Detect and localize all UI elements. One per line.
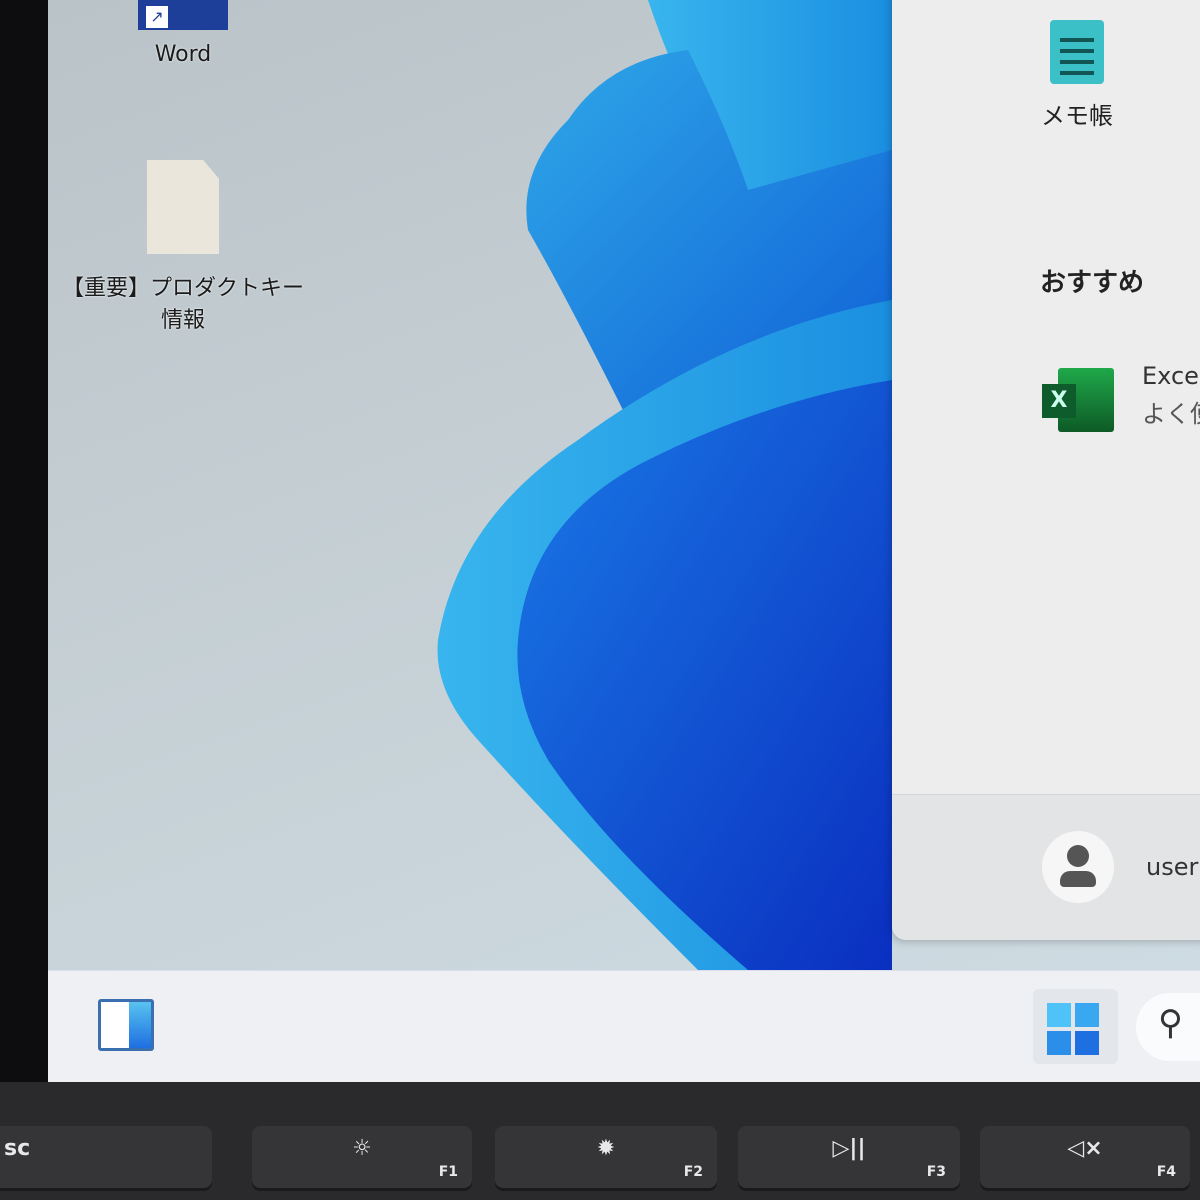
key-fn-label: F4 <box>1156 1164 1176 1180</box>
start-menu-footer: user <box>892 794 1200 940</box>
key-f1[interactable]: ☼ F1 <box>252 1126 472 1188</box>
key-label: sc <box>4 1136 31 1161</box>
key-esc[interactable]: sc <box>0 1126 212 1188</box>
desktop-icon-word[interactable]: ↗ Word <box>118 0 248 67</box>
key-fn-label: F1 <box>438 1164 458 1180</box>
brightness-up-icon: ✹ <box>596 1136 616 1161</box>
key-fn-label: F3 <box>926 1164 946 1180</box>
desktop-icon-label: Word <box>154 42 212 67</box>
word-shortcut-icon: ↗ <box>138 0 228 30</box>
brightness-down-icon: ☼ <box>352 1136 372 1161</box>
pinned-app-label: メモ帳 <box>1041 102 1113 130</box>
desktop: ↗ Word 【重要】プロダクトキー 情報 メモ帳 おすすめ X Excel よ… <box>48 0 1200 1082</box>
start-icon <box>1047 1003 1099 1055</box>
start-menu: メモ帳 おすすめ X Excel よく使 user <box>892 0 1200 940</box>
search-icon: ⚲ <box>1158 1003 1183 1043</box>
pinned-app-notepad[interactable]: メモ帳 <box>1037 20 1117 131</box>
taskbar: ⚲ <box>48 970 1200 1082</box>
notepad-icon <box>1050 20 1104 84</box>
mute-icon: ◁× <box>1067 1136 1103 1161</box>
excel-icon: X <box>1042 368 1114 432</box>
play-pause-icon: ▷|| <box>832 1136 866 1161</box>
key-f3[interactable]: ▷|| F3 <box>738 1126 960 1188</box>
desktop-icon-product-key-file[interactable]: 【重要】プロダクトキー 情報 <box>58 160 308 334</box>
key-fn-label: F2 <box>683 1164 703 1180</box>
user-name[interactable]: user <box>1146 853 1198 881</box>
recommended-item-title: Excel <box>1142 362 1200 390</box>
start-button[interactable] <box>1033 989 1118 1064</box>
desktop-icon-label: 情報 <box>160 308 205 333</box>
user-avatar-icon[interactable] <box>1042 831 1114 903</box>
screen-bezel <box>0 0 50 1090</box>
recommended-heading: おすすめ <box>1040 268 1145 298</box>
desktop-icon-label: 【重要】プロダクトキー <box>61 276 304 301</box>
recommended-item-excel[interactable]: X Excel よく使 <box>1042 362 1200 438</box>
search-button[interactable]: ⚲ <box>1136 993 1200 1061</box>
recommended-item-subtitle: よく使 <box>1142 400 1200 428</box>
text-file-icon <box>147 160 219 254</box>
widgets-icon[interactable] <box>98 999 154 1051</box>
keyboard: sc ☼ F1 ✹ F2 ▷|| F3 ◁× F4 <box>0 1082 1200 1200</box>
key-f2[interactable]: ✹ F2 <box>495 1126 717 1188</box>
key-f4[interactable]: ◁× F4 <box>980 1126 1190 1188</box>
